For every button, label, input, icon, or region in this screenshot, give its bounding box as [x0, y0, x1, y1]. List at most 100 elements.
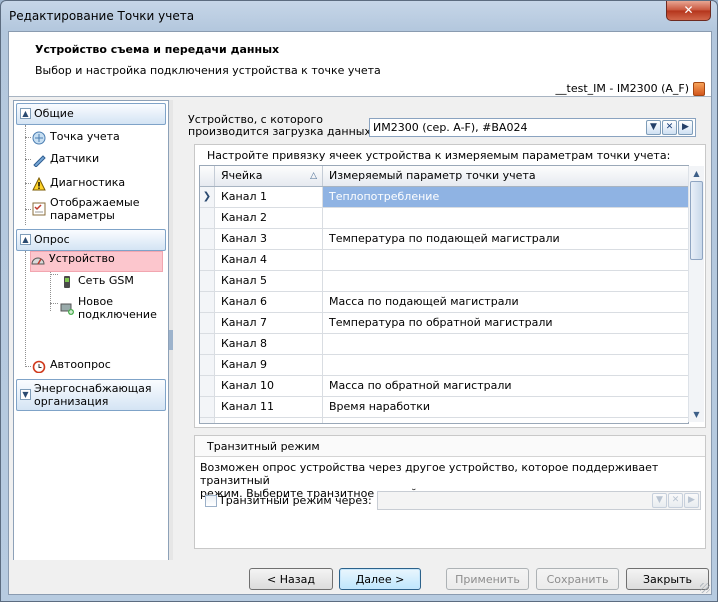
- sort-ascending-icon: △: [310, 171, 317, 181]
- table-row[interactable]: Канал 10 Масса по обратной магистрали: [200, 376, 688, 397]
- cell-name: Канал 5: [215, 271, 323, 291]
- dropdown-chevron-icon[interactable]: ▼: [646, 120, 661, 135]
- row-indicator[interactable]: [200, 229, 215, 249]
- expand-icon[interactable]: ▼: [20, 389, 31, 400]
- page-title: Устройство съема и передачи данных: [35, 43, 280, 56]
- grid-header: Ячейка △ Измеряемый параметр точки учета: [200, 166, 688, 187]
- title-bar[interactable]: Редактирование Точки учета ✕: [1, 1, 717, 29]
- dialog-window: Редактирование Точки учета ✕ Устройство …: [0, 0, 718, 602]
- scroll-down-icon[interactable]: ▼: [690, 408, 703, 421]
- warning-icon: [32, 176, 46, 191]
- tree-connector: [25, 209, 31, 210]
- row-indicator[interactable]: [200, 355, 215, 375]
- nav-group-polling[interactable]: ▲ Опрос: [16, 229, 166, 251]
- phone-icon: [60, 275, 74, 289]
- navigate-arrow-icon[interactable]: ▶: [678, 120, 693, 135]
- close-button[interactable]: Закрыть: [626, 568, 709, 590]
- cell-param[interactable]: Температура по подающей магистрали: [323, 229, 688, 249]
- column-header-cell[interactable]: Ячейка △: [215, 166, 323, 186]
- nav-item-diagnostics[interactable]: Диагностика: [32, 176, 162, 192]
- table-row[interactable]: Канал 4: [200, 250, 688, 271]
- collapse-icon[interactable]: ▲: [20, 108, 31, 119]
- cell-param[interactable]: [323, 208, 688, 228]
- close-window-button[interactable]: ✕: [666, 1, 711, 21]
- cell-param[interactable]: Масса по подающей магистрали: [323, 292, 688, 312]
- row-indicator[interactable]: [200, 292, 215, 312]
- row-indicator[interactable]: [200, 397, 215, 417]
- cell-param[interactable]: Масса по обратной магистрали: [323, 376, 688, 396]
- cell-name: Канал 7: [215, 313, 323, 333]
- nav-group-energy-supplier[interactable]: ▼ Энергоснабжающая организация: [16, 379, 166, 411]
- scrollbar-thumb[interactable]: [690, 181, 703, 260]
- navigation-panel: ▲ Общие Точка учета Датчики Диагностика …: [13, 100, 169, 577]
- row-indicator[interactable]: [200, 250, 215, 270]
- nav-item-label-line1: Новое: [78, 295, 113, 308]
- row-indicator[interactable]: [200, 334, 215, 354]
- table-row[interactable]: Канал 9: [200, 355, 688, 376]
- current-row-arrow-icon[interactable]: ❯: [200, 187, 215, 207]
- nav-item-label: Диагностика: [50, 176, 126, 189]
- cell-param[interactable]: [323, 418, 688, 423]
- transit-checkbox[interactable]: [205, 495, 217, 507]
- table-row[interactable]: [200, 418, 688, 423]
- row-indicator-header: [200, 166, 215, 186]
- row-indicator[interactable]: [200, 208, 215, 228]
- cell-param[interactable]: Время наработки: [323, 397, 688, 417]
- table-row[interactable]: Канал 6 Масса по подающей магистрали: [200, 292, 688, 313]
- table-row[interactable]: Канал 8: [200, 334, 688, 355]
- device-label-line2: производится загрузка данных:: [188, 125, 375, 138]
- next-button[interactable]: Далее >: [339, 568, 421, 590]
- content-panel: Устройство, с которого производится загр…: [176, 100, 706, 575]
- cell-param[interactable]: [323, 271, 688, 291]
- nav-group-label: Опрос: [34, 233, 70, 246]
- nav-item-meter-point[interactable]: Точка учета: [32, 130, 162, 146]
- panel-splitter[interactable]: [169, 100, 173, 575]
- nav-group-general[interactable]: ▲ Общие: [16, 103, 166, 125]
- nav-item-label-line2: подключение: [78, 308, 157, 321]
- table-row[interactable]: ❯ Канал 1 Теплопотребление: [200, 187, 688, 208]
- row-indicator[interactable]: [200, 271, 215, 291]
- device-label: Устройство, с которого производится загр…: [188, 114, 375, 138]
- splitter-grip[interactable]: [169, 330, 173, 350]
- row-indicator[interactable]: [200, 418, 215, 423]
- nav-item-autopoll[interactable]: Автоопрос: [32, 358, 162, 374]
- column-header-label: Ячейка: [221, 169, 263, 182]
- collapse-icon[interactable]: ▲: [20, 234, 31, 245]
- transit-device-combobox[interactable]: ▼ ✕ ▶: [377, 491, 701, 510]
- tree-connector: [25, 125, 26, 225]
- tree-connector: [25, 251, 26, 367]
- table-row[interactable]: Канал 3 Температура по подающей магистрал…: [200, 229, 688, 250]
- dialog-client: Устройство съема и передачи данных Выбор…: [8, 31, 712, 595]
- nav-item-sensors[interactable]: Датчики: [32, 152, 162, 168]
- scroll-up-icon[interactable]: ▲: [690, 167, 703, 180]
- nav-item-label-line2: параметры: [50, 209, 115, 222]
- cell-param[interactable]: [323, 355, 688, 375]
- back-button[interactable]: < Назад: [249, 568, 333, 590]
- table-row[interactable]: Канал 2: [200, 208, 688, 229]
- tree-connector: [25, 159, 31, 160]
- cell-name: Канал 3: [215, 229, 323, 249]
- cell-param[interactable]: Теплопотребление: [323, 187, 688, 207]
- nav-group-label: Общие: [34, 107, 74, 120]
- transit-checkbox-label[interactable]: Транзитный режим через:: [219, 494, 372, 507]
- nav-item-displayed-params[interactable]: Отображаемые параметры: [32, 196, 162, 224]
- nav-item-device[interactable]: Устройство: [30, 251, 163, 272]
- device-combobox[interactable]: ИМ2300 (сер. A-F), #BA024 ▼ ✕ ▶: [369, 118, 696, 137]
- current-device-label: __test_IM - IM2300 (A_F): [555, 82, 689, 95]
- device-status-icon: [693, 82, 705, 96]
- column-header-param[interactable]: Измеряемый параметр точки учета: [323, 166, 688, 186]
- cell-name: Канал 8: [215, 334, 323, 354]
- row-indicator[interactable]: [200, 376, 215, 396]
- clear-icon[interactable]: ✕: [662, 120, 677, 135]
- row-indicator[interactable]: [200, 313, 215, 333]
- cell-param[interactable]: Температура по обратной магистрали: [323, 313, 688, 333]
- cell-param[interactable]: [323, 334, 688, 354]
- table-row[interactable]: Канал 7 Температура по обратной магистрал…: [200, 313, 688, 334]
- grid-vertical-scrollbar[interactable]: ▲ ▼: [688, 166, 704, 422]
- cell-name: [215, 418, 323, 423]
- table-row[interactable]: Канал 5: [200, 271, 688, 292]
- table-row[interactable]: Канал 11 Время наработки: [200, 397, 688, 418]
- cell-param[interactable]: [323, 250, 688, 270]
- size-grip[interactable]: [700, 583, 710, 593]
- apply-button: Применить: [446, 568, 529, 590]
